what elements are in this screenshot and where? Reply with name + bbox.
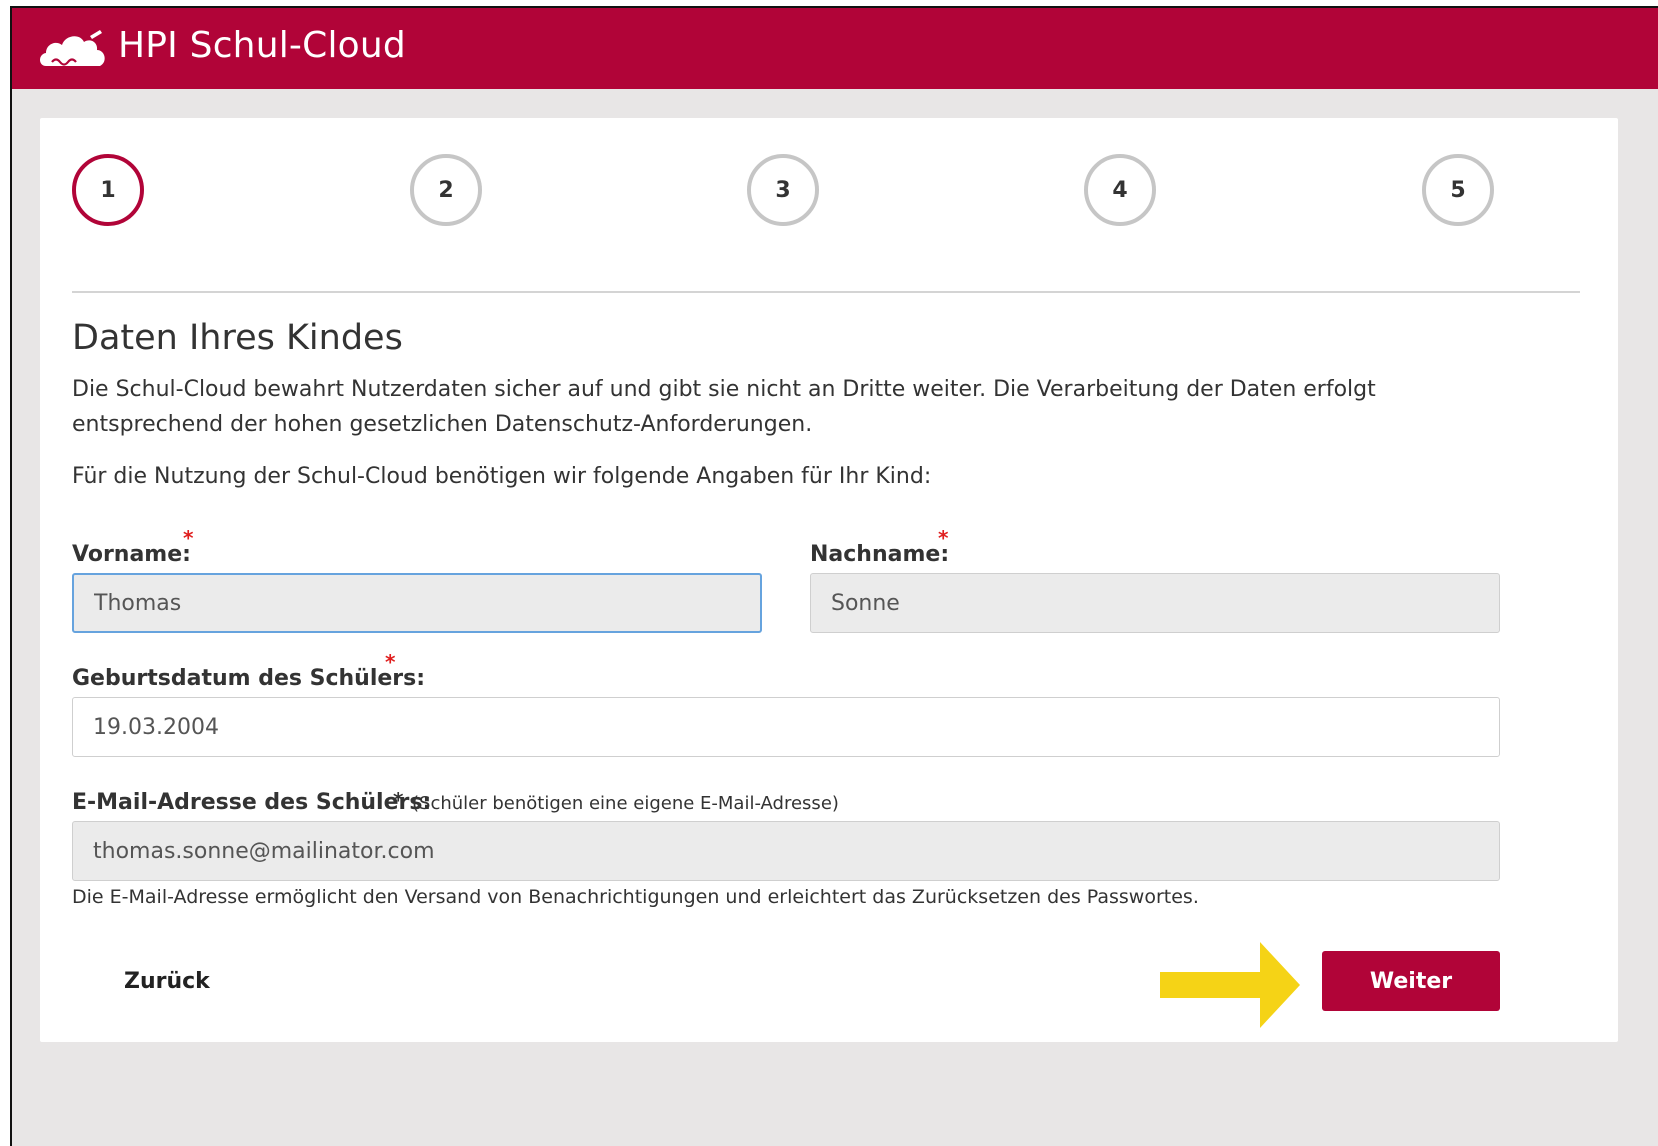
birthdate-label: Geburtsdatum des Schülers: (72, 666, 426, 691)
instruction-text: Für die Nutzung der Schul-Cloud benötige… (72, 464, 932, 489)
top-navbar: HPI Schul-Cloud (12, 8, 1658, 89)
registration-card: 1 2 3 4 5 Daten Ihres Kindes Die Schul-C… (40, 118, 1618, 1042)
step-divider (72, 291, 1580, 293)
next-button[interactable]: Weiter (1322, 951, 1500, 1011)
firstname-input[interactable] (72, 573, 762, 633)
required-marker: * (938, 526, 949, 550)
firstname-label: Vorname: (72, 542, 191, 567)
email-help-text: Die E-Mail-Adresse ermöglicht den Versan… (72, 886, 1199, 908)
required-marker: * (385, 650, 396, 674)
app-window: HPI Schul-Cloud 1 2 3 4 5 Daten Ihres Ki… (10, 6, 1658, 1146)
email-note: (Schüler benötigen eine eigene E-Mail-Ad… (412, 793, 839, 814)
required-marker: * (183, 526, 194, 550)
cloud-logo-icon[interactable] (38, 26, 110, 74)
privacy-intro-line1: Die Schul-Cloud bewahrt Nutzerdaten sich… (72, 377, 1376, 402)
step-2[interactable]: 2 (410, 154, 482, 226)
back-button[interactable]: Zurück (114, 956, 220, 1006)
birthdate-input[interactable] (72, 697, 1500, 757)
email-label: E-Mail-Adresse des Schülers: (72, 790, 432, 815)
privacy-intro-line2: entsprechend der hohen gesetzlichen Date… (72, 412, 813, 437)
lastname-input[interactable] (810, 573, 1500, 633)
arrow-right-icon (1160, 942, 1300, 1028)
section-heading: Daten Ihres Kindes (72, 318, 403, 358)
required-marker: * (393, 788, 404, 812)
step-3[interactable]: 3 (747, 154, 819, 226)
step-1[interactable]: 1 (72, 154, 144, 226)
step-5[interactable]: 5 (1422, 154, 1494, 226)
lastname-label: Nachname: (810, 542, 950, 567)
app-title: HPI Schul-Cloud (118, 25, 406, 66)
email-input[interactable] (72, 821, 1500, 881)
step-4[interactable]: 4 (1084, 154, 1156, 226)
